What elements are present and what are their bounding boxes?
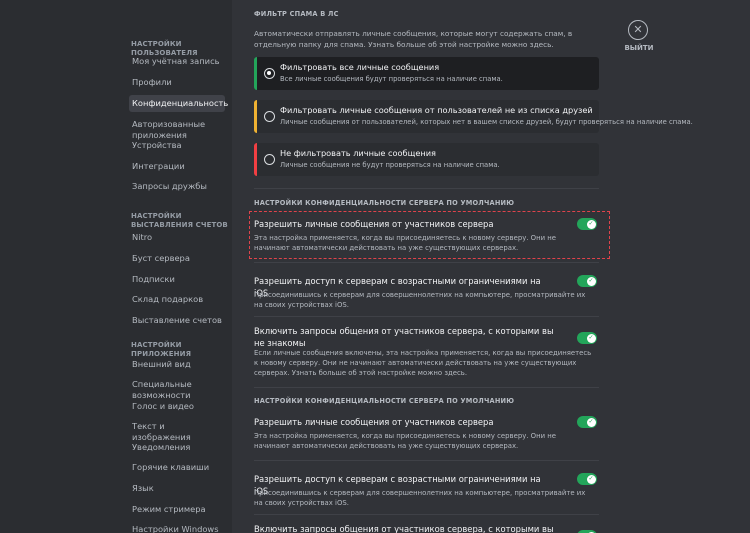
setting-allow-dms: Разрешить личные сообщения от участников… [254, 218, 599, 258]
setting-description: Если личные сообщения включены, эта наст… [254, 349, 592, 377]
sidebar-item-keybinds[interactable]: Горячие клавиши [129, 462, 225, 473]
sidebar-item-my-account[interactable]: Моя учётная запись [129, 56, 225, 67]
sidebar-item-nitro[interactable]: Nitro [129, 232, 225, 243]
sidebar-item-billing[interactable]: Выставление счетов [129, 315, 225, 326]
sidebar-item-authorized-apps[interactable]: Авторизованные приложения [129, 119, 217, 140]
sidebar-item-notifications[interactable]: Уведомления [129, 442, 225, 453]
setting-description: Эта настройка применяется, когда вы прис… [254, 432, 557, 450]
spam-option-desc: Личные сообщения не будут проверяться на… [280, 161, 500, 169]
toggle-age-restricted-ios[interactable]: ✓ [577, 275, 597, 287]
divider [254, 262, 599, 263]
sidebar-item-accessibility[interactable]: Специальные возможности [129, 379, 209, 400]
spam-option-title: Фильтровать личные сообщения от пользова… [280, 105, 593, 115]
check-icon: ✓ [588, 277, 594, 284]
sidebar-section-billing-settings: Настройки выставления счетов [131, 212, 228, 229]
check-icon: ✓ [588, 220, 594, 227]
setting-message-requests: Включить запросы общения от участников с… [254, 325, 599, 380]
setting-title: Включить запросы общения от участников с… [254, 326, 554, 348]
check-icon: ✓ [588, 334, 594, 341]
sidebar-item-language[interactable]: Язык [129, 483, 225, 494]
divider [254, 387, 599, 388]
sidebar-item-devices[interactable]: Устройства [129, 140, 225, 151]
setting-description: Эта настройка применяется, когда вы прис… [254, 234, 557, 252]
spam-option-title: Фильтровать все личные сообщения [280, 62, 440, 72]
close-icon[interactable]: ✕ [628, 20, 648, 40]
spam-filter-description: Автоматически отправлять личные сообщени… [254, 29, 573, 49]
sidebar-item-subscriptions[interactable]: Подписки [129, 274, 225, 285]
radio-selected-icon[interactable] [264, 68, 275, 79]
setting-message-requests: Включить запросы общения от участников с… [254, 523, 599, 533]
check-icon: ✓ [588, 475, 594, 482]
settings-sidebar: Настройки пользователя Моя учётная запис… [127, 0, 232, 533]
sidebar-item-streamer-mode[interactable]: Режим стримера [129, 504, 225, 515]
spam-option-desc: Личные сообщения от пользователей, котор… [280, 118, 693, 126]
divider [254, 514, 599, 515]
radio-icon[interactable] [264, 154, 275, 165]
close-label[interactable]: ВЫЙТИ [624, 44, 654, 52]
check-icon: ✓ [588, 418, 594, 425]
sidebar-item-profiles[interactable]: Профили [129, 77, 225, 88]
setting-age-restricted-ios: Разрешить доступ к серверам с возрастным… [254, 275, 599, 315]
spam-option-desc: Все личные сообщения будут проверяться н… [280, 75, 503, 83]
divider [254, 316, 599, 317]
sidebar-item-text-images[interactable]: Текст и изображения [129, 421, 225, 442]
setting-age-restricted-ios: Разрешить доступ к серверам с возрастным… [254, 473, 599, 513]
setting-description: Присоединившись к серверам для совершенн… [254, 291, 586, 309]
sidebar-item-gift-inventory[interactable]: Склад подарков [129, 294, 225, 305]
sidebar-item-friend-requests[interactable]: Запросы дружбы [129, 181, 225, 192]
server-privacy-header: Настройки конфиденциальности сервера по … [254, 397, 515, 405]
server-privacy-header: Настройки конфиденциальности сервера по … [254, 199, 515, 207]
spam-option-title: Не фильтровать личные сообщения [280, 148, 436, 158]
spam-option-no-filter[interactable]: Не фильтровать личные сообщения Личные с… [254, 143, 599, 176]
toggle-allow-dms[interactable]: ✓ [577, 416, 597, 428]
divider [254, 188, 599, 189]
privacy-settings-content: Фильтр спама в ЛС Автоматически отправля… [232, 0, 750, 533]
setting-allow-dms: Разрешить личные сообщения от участников… [254, 416, 599, 456]
sidebar-item-server-boost[interactable]: Буст сервера [129, 253, 225, 264]
setting-title: Включить запросы общения от участников с… [254, 524, 554, 533]
sidebar-section-app-settings: Настройки приложения [131, 341, 192, 358]
sidebar-item-privacy[interactable]: Конфиденциальность [129, 95, 228, 112]
setting-description: Присоединившись к серверам для совершенн… [254, 489, 586, 507]
toggle-message-requests[interactable]: ✓ [577, 332, 597, 344]
sidebar-item-integrations[interactable]: Интеграции [129, 161, 225, 172]
toggle-age-restricted-ios[interactable]: ✓ [577, 473, 597, 485]
sidebar-item-windows-settings[interactable]: Настройки Windows [129, 524, 225, 533]
toggle-allow-dms[interactable]: ✓ [577, 218, 597, 230]
radio-icon[interactable] [264, 111, 275, 122]
sidebar-item-voice-video[interactable]: Голос и видео [129, 401, 225, 412]
setting-title: Разрешить личные сообщения от участников… [254, 219, 494, 229]
setting-title: Разрешить личные сообщения от участников… [254, 417, 494, 427]
sidebar-item-appearance[interactable]: Внешний вид [129, 359, 225, 370]
spam-option-filter-all[interactable]: Фильтровать все личные сообщения Все лич… [254, 57, 599, 90]
spam-option-filter-non-friends[interactable]: Фильтровать личные сообщения от пользова… [254, 100, 693, 133]
spam-filter-header: Фильтр спама в ЛС [254, 10, 339, 18]
divider [254, 460, 599, 461]
